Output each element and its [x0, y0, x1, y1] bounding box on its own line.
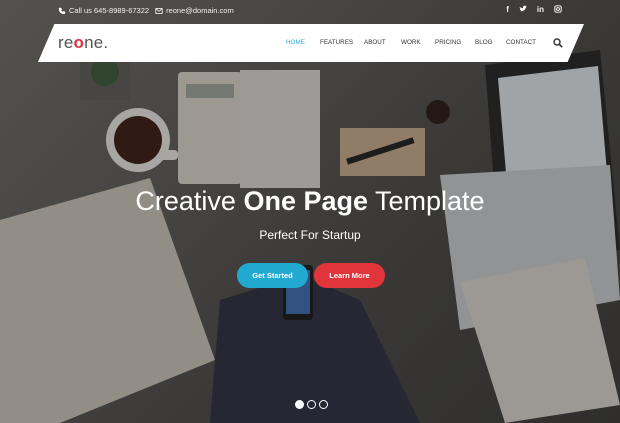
slide-dot-2[interactable]	[307, 400, 316, 409]
top-info-bar: Call us 645-8989-67322 reone@domain.com …	[0, 0, 620, 22]
facebook-icon[interactable]: f	[506, 5, 509, 15]
envelope-icon	[155, 7, 163, 14]
slide-dot-3[interactable]	[319, 400, 328, 409]
learn-more-button[interactable]: Learn More	[314, 263, 385, 288]
twitter-icon[interactable]	[519, 5, 527, 15]
site-logo[interactable]: reone.	[58, 33, 108, 53]
nav-menu: HOME FEATURES ABOUT WORK PRICING BLOG CO…	[286, 39, 544, 46]
linkedin-icon[interactable]: in	[537, 5, 544, 15]
phone-contact[interactable]: Call us 645-8989-67322	[58, 6, 149, 15]
nav-item-features[interactable]: FEATURES	[320, 39, 364, 46]
nav-item-blog[interactable]: BLOG	[475, 39, 506, 46]
hero-title: Creative One Page Template	[135, 186, 485, 216]
phone-icon	[58, 7, 66, 14]
nav-item-pricing[interactable]: PRICING	[435, 39, 475, 46]
phone-text: Call us 645-8989-67322	[69, 6, 150, 15]
slider-dots	[295, 400, 328, 409]
slide-dot-1[interactable]	[295, 400, 304, 409]
email-contact[interactable]: reone@domain.com	[155, 6, 234, 15]
nav-item-work[interactable]: WORK	[401, 39, 435, 46]
nav-item-contact[interactable]: CONTACT	[506, 39, 544, 46]
search-icon[interactable]	[553, 38, 563, 48]
hero-subtitle: Perfect For Startup	[259, 228, 361, 242]
get-started-button[interactable]: Get Started	[237, 263, 308, 288]
contact-info: Call us 645-8989-67322 reone@domain.com	[58, 6, 234, 15]
instagram-icon[interactable]	[554, 5, 562, 15]
nav-item-home[interactable]: HOME	[286, 39, 320, 46]
email-text: reone@domain.com	[166, 6, 234, 15]
nav-item-about[interactable]: ABOUT	[364, 39, 401, 46]
social-links: f in	[506, 5, 562, 15]
